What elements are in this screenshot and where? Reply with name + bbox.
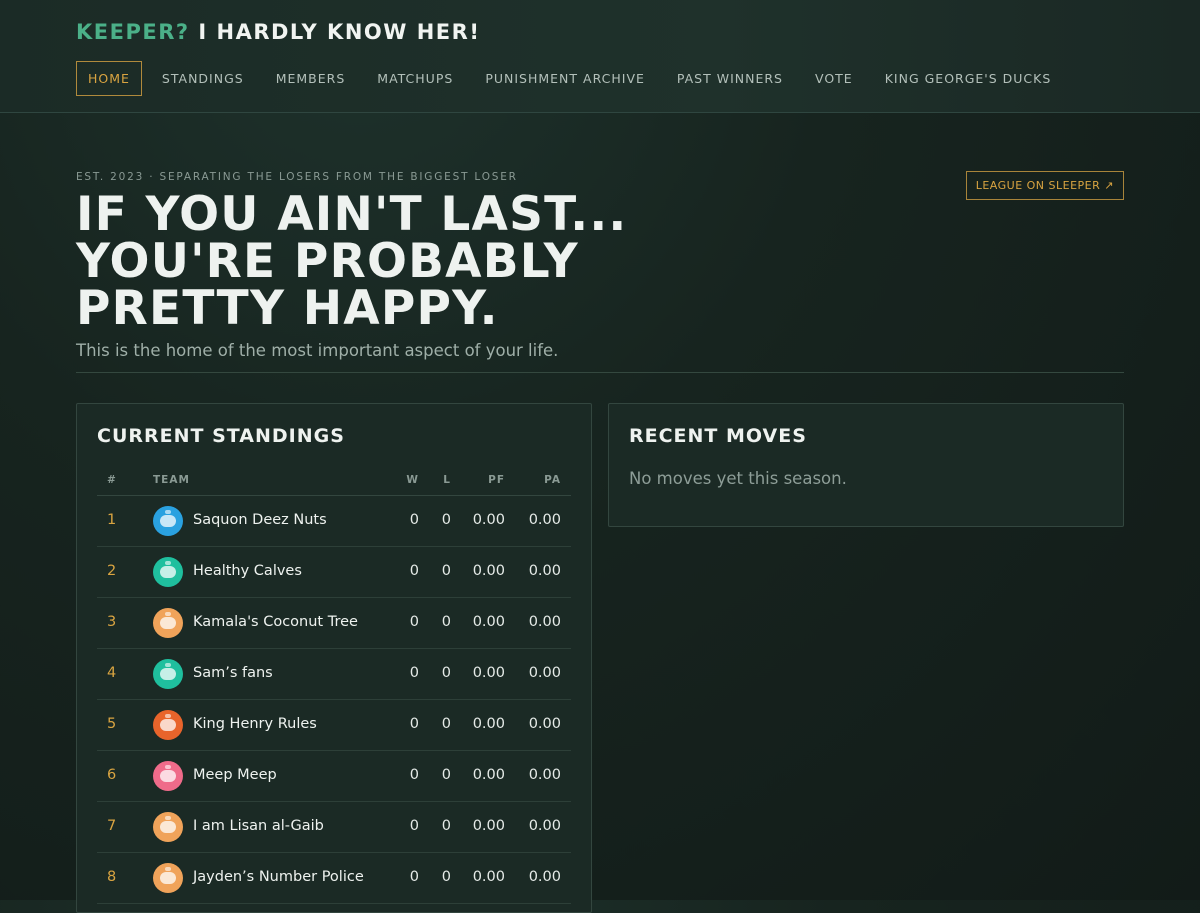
team-points-against: 0.00 [528, 512, 561, 528]
recent-moves-card: RECENT MOVES No moves yet this season. [608, 403, 1124, 527]
team-wins: 0 [409, 767, 419, 783]
nav-king-georges-ducks[interactable]: KING GEORGE'S DUCKS [873, 61, 1064, 96]
team-losses: 0 [441, 716, 451, 732]
recent-moves-empty: No moves yet this season. [629, 469, 847, 488]
team-wins: 0 [409, 665, 419, 681]
team-rank: 1 [107, 512, 117, 528]
robot-avatar-icon [153, 506, 183, 536]
team-rank: 7 [107, 818, 117, 834]
nav-home[interactable]: HOME [76, 61, 142, 96]
team-points-against: 0.00 [528, 716, 561, 732]
team-points-for: 0.00 [472, 512, 505, 528]
team-points-for: 0.00 [472, 716, 505, 732]
site-header: KEEPER? I HARDLY KNOW HER! HOME STANDING… [0, 0, 1200, 113]
brand-rest: I HARDLY KNOW HER! [189, 20, 481, 44]
team-rank: 2 [107, 563, 117, 579]
team-wins: 0 [409, 869, 419, 885]
team-rank: 3 [107, 614, 117, 630]
team-points-for: 0.00 [472, 869, 505, 885]
team-name[interactable]: Saquon Deez Nuts [193, 512, 327, 528]
robot-avatar-icon [153, 812, 183, 842]
robot-avatar-icon [153, 710, 183, 740]
table-row[interactable]: 3 Kamala's Coconut Tree 0 0 0.00 0.00 [97, 598, 571, 649]
team-points-against: 0.00 [528, 767, 561, 783]
team-points-for: 0.00 [472, 767, 505, 783]
team-points-for: 0.00 [472, 563, 505, 579]
col-pf-header[interactable]: PF [488, 474, 505, 486]
team-name[interactable]: I am Lisan al-Gaib [193, 818, 324, 834]
robot-avatar-icon [153, 659, 183, 689]
standings-table: # TEAM W L PF PA 1 Saquon Deez Nuts 0 0 0.00… [97, 466, 571, 904]
team-points-against: 0.00 [528, 818, 561, 834]
team-losses: 0 [441, 869, 451, 885]
team-points-for: 0.00 [472, 818, 505, 834]
recent-moves-title: RECENT MOVES [629, 425, 807, 447]
nav-matchups[interactable]: MATCHUPS [365, 61, 465, 96]
team-name[interactable]: Healthy Calves [193, 563, 302, 579]
brand-accent: KEEPER? [76, 20, 190, 44]
team-wins: 0 [409, 512, 419, 528]
team-name[interactable]: Sam’s fans [193, 665, 273, 681]
col-w-header[interactable]: W [406, 474, 419, 486]
col-pa-header[interactable]: PA [544, 474, 561, 486]
table-row[interactable]: 5 King Henry Rules 0 0 0.00 0.00 [97, 700, 571, 751]
site-logo[interactable]: KEEPER? I HARDLY KNOW HER! [76, 20, 480, 44]
team-wins: 0 [409, 716, 419, 732]
robot-avatar-icon [153, 557, 183, 587]
team-losses: 0 [441, 512, 451, 528]
table-row[interactable]: 6 Meep Meep 0 0 0.00 0.00 [97, 751, 571, 802]
col-l-header[interactable]: L [443, 474, 451, 486]
table-row[interactable]: 8 Jayden’s Number Police 0 0 0.00 0.00 [97, 853, 571, 904]
table-row[interactable]: 7 I am Lisan al-Gaib 0 0 0.00 0.00 [97, 802, 571, 853]
team-name[interactable]: King Henry Rules [193, 716, 317, 732]
nav-punishment-archive[interactable]: PUNISHMENT ARCHIVE [473, 61, 657, 96]
team-wins: 0 [409, 818, 419, 834]
nav-standings[interactable]: STANDINGS [150, 61, 256, 96]
team-name[interactable]: Kamala's Coconut Tree [193, 614, 358, 630]
table-row[interactable]: 2 Healthy Calves 0 0 0.00 0.00 [97, 547, 571, 598]
team-rank: 8 [107, 869, 117, 885]
standings-header-row: # TEAM W L PF PA [97, 466, 571, 496]
hero-subline: This is the home of the most important a… [76, 341, 559, 360]
col-rank-header[interactable]: # [107, 474, 117, 486]
standings-card: CURRENT STANDINGS # TEAM W L PF PA 1 Saqu… [76, 403, 592, 913]
team-losses: 0 [441, 767, 451, 783]
main-nav: HOME STANDINGS MEMBERS MATCHUPS PUNISHME… [76, 61, 1071, 96]
robot-avatar-icon [153, 863, 183, 893]
nav-past-winners[interactable]: PAST WINNERS [665, 61, 795, 96]
team-rank: 5 [107, 716, 117, 732]
hero-section: EST. 2023 · SEPARATING THE LOSERS FROM T… [76, 171, 1124, 360]
team-points-for: 0.00 [472, 614, 505, 630]
team-name[interactable]: Jayden’s Number Police [193, 869, 364, 885]
league-on-sleeper-button[interactable]: LEAGUE ON SLEEPER ↗ [965, 171, 1124, 200]
section-divider [76, 372, 1124, 373]
team-losses: 0 [441, 665, 451, 681]
team-wins: 0 [409, 614, 419, 630]
team-rank: 4 [107, 665, 117, 681]
team-points-against: 0.00 [528, 563, 561, 579]
team-points-against: 0.00 [528, 614, 561, 630]
team-losses: 0 [441, 614, 451, 630]
team-losses: 0 [441, 563, 451, 579]
robot-avatar-icon [153, 608, 183, 638]
robot-avatar-icon [153, 761, 183, 791]
nav-vote[interactable]: VOTE [803, 61, 865, 96]
team-wins: 0 [409, 563, 419, 579]
hero-headline: IF YOU AIN'T LAST... YOU'RE PROBABLY PRE… [76, 187, 628, 336]
team-points-against: 0.00 [528, 869, 561, 885]
standings-title: CURRENT STANDINGS [97, 425, 345, 447]
col-team-header[interactable]: TEAM [153, 474, 190, 486]
nav-members[interactable]: MEMBERS [264, 61, 358, 96]
table-row[interactable]: 4 Sam’s fans 0 0 0.00 0.00 [97, 649, 571, 700]
table-row[interactable]: 1 Saquon Deez Nuts 0 0 0.00 0.00 [97, 496, 571, 547]
team-rank: 6 [107, 767, 117, 783]
team-points-for: 0.00 [472, 665, 505, 681]
team-losses: 0 [441, 818, 451, 834]
team-name[interactable]: Meep Meep [193, 767, 277, 783]
team-points-against: 0.00 [528, 665, 561, 681]
